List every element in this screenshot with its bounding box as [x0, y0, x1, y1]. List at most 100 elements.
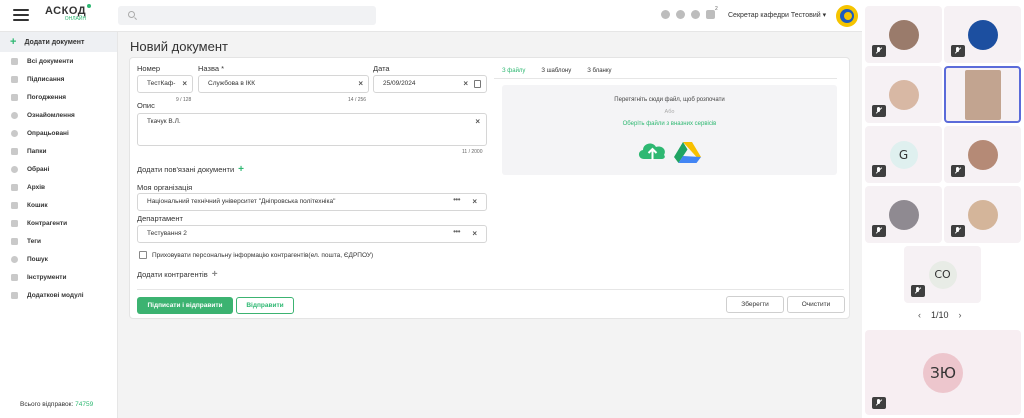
participant-tile[interactable]: СО: [904, 246, 981, 303]
more-icon[interactable]: •••: [453, 227, 460, 236]
search-input[interactable]: [118, 6, 376, 25]
clear-icon[interactable]: ×: [472, 229, 477, 238]
participant-tile-large[interactable]: ЗЮ: [865, 330, 1021, 415]
services-link[interactable]: Оберіть файли з вназних сервісів: [502, 121, 837, 127]
add-document-button[interactable]: + Додати документ: [0, 32, 117, 52]
more-icon[interactable]: •••: [453, 195, 460, 204]
help-icon[interactable]: [691, 10, 700, 19]
chevron-left-icon[interactable]: ‹: [918, 310, 921, 320]
add-document-label: Додати документ: [24, 38, 85, 46]
sidebar-item-tags[interactable]: Теги: [0, 232, 117, 250]
user-menu[interactable]: Секретар кафедри Тестовий ▾: [728, 11, 826, 19]
sidebar-item-tools[interactable]: Інструменти: [0, 268, 117, 286]
bell-icon[interactable]: [706, 10, 715, 19]
cloud-upload-icon[interactable]: [636, 139, 669, 161]
participant-logo: [967, 19, 998, 50]
sidebar-item-search[interactable]: Пошук: [0, 250, 117, 268]
department-field[interactable]: Тестування 2 ••• ×: [137, 225, 487, 243]
sidebar-item-label: Всі документи: [27, 57, 74, 65]
eye-icon: [11, 111, 18, 119]
participant-initials: СО: [928, 260, 957, 289]
department-value: Тестування 2: [147, 230, 187, 237]
name-value: Службова в ІКК: [208, 80, 256, 87]
hide-personal-info-checkbox[interactable]: [139, 251, 147, 259]
participant-tile[interactable]: [865, 6, 942, 63]
sidebar-item-archive[interactable]: Архів: [0, 178, 117, 196]
top-icons: [661, 10, 715, 19]
file-dropzone[interactable]: Перетягніть сюди файл, щоб розпочати Або…: [502, 85, 837, 175]
sign-and-send-button[interactable]: Підписати і відправити: [137, 297, 233, 314]
participant-photo: [888, 199, 919, 230]
plus-icon: +: [238, 164, 244, 175]
sidebar-item-label: Пошук: [27, 255, 48, 263]
mic-off-icon: [951, 165, 965, 177]
participant-tile[interactable]: [865, 66, 942, 123]
sidebar-item-processed[interactable]: Опрацьовані: [0, 124, 117, 142]
mic-off-icon: [872, 45, 886, 57]
sign-icon: [11, 75, 18, 83]
clear-icon[interactable]: ×: [182, 79, 187, 88]
description-textarea[interactable]: Ткачук В.Л. ×: [137, 113, 487, 146]
clear-icon[interactable]: ×: [475, 117, 480, 126]
sidebar-item-favorites[interactable]: Обрані: [0, 160, 117, 178]
top-bar: АСКОД ОНЛАЙН 2 Секретар кафедри Тестовий…: [0, 0, 862, 32]
document-form: Номер ТестКаф- × 9 / 128 Назва * Службов…: [129, 57, 850, 319]
description-value: Ткачук В.Л.: [147, 118, 181, 125]
hide-personal-info-label: Приховувати персональну інформацію контр…: [152, 252, 374, 259]
name-field[interactable]: Службова в ІКК ×: [198, 75, 369, 93]
send-button[interactable]: Відправити: [236, 297, 294, 314]
organization-label: Моя організація: [137, 183, 193, 192]
sidebar-item-approval[interactable]: Погодження: [0, 88, 117, 106]
clear-button[interactable]: Очистити: [787, 296, 845, 313]
sidebar-item-modules[interactable]: Додаткові модулі: [0, 286, 117, 304]
sidebar-item-signing[interactable]: Підписання: [0, 70, 117, 88]
calendar-icon[interactable]: [474, 80, 481, 88]
chevron-right-icon[interactable]: ›: [959, 310, 962, 320]
participant-tile[interactable]: [944, 126, 1021, 183]
search-icon: [11, 255, 18, 263]
clear-icon[interactable]: ×: [472, 197, 477, 206]
add-related-documents[interactable]: Додати пов'язані документи +: [137, 164, 244, 175]
archive-icon: [11, 183, 18, 191]
number-field[interactable]: ТестКаф- ×: [137, 75, 193, 93]
modules-icon: [11, 291, 18, 299]
sidebar: + Додати документ Всі документи Підписан…: [0, 32, 118, 418]
wrench-icon: [11, 273, 18, 281]
participant-tile-active[interactable]: [944, 66, 1021, 123]
number-counter: 9 / 128: [176, 97, 192, 103]
google-drive-icon[interactable]: [674, 141, 701, 163]
mic-off-icon: [951, 225, 965, 237]
sidebar-item-contractors[interactable]: Контрагенти: [0, 214, 117, 232]
sidebar-item-label: Погодження: [27, 93, 67, 101]
number-label: Номер: [137, 64, 161, 73]
participant-tile[interactable]: G: [865, 126, 942, 183]
sidebar-item-all-documents[interactable]: Всі документи: [0, 52, 117, 70]
sidebar-item-label: Контрагенти: [27, 219, 68, 227]
participant-tile[interactable]: [865, 186, 942, 243]
sidebar-item-trash[interactable]: Кошик: [0, 196, 117, 214]
approve-icon: [11, 93, 18, 101]
logo[interactable]: АСКОД ОНЛАЙН: [45, 4, 92, 22]
add-user-icon[interactable]: [676, 10, 685, 19]
folder-icon: [11, 147, 18, 155]
sidebar-item-folders[interactable]: Папки: [0, 142, 117, 160]
sidebar-item-label: Додаткові модулі: [27, 291, 84, 299]
avatar[interactable]: [836, 5, 858, 27]
headset-icon[interactable]: [661, 10, 670, 19]
clear-icon[interactable]: ×: [358, 79, 363, 88]
trash-icon: [11, 201, 18, 209]
video-conference-panel: G СО ЗЮ: [862, 0, 1024, 418]
clear-icon[interactable]: ×: [463, 79, 468, 88]
participant-tile[interactable]: [944, 186, 1021, 243]
mic-off-icon: [951, 45, 965, 57]
participant-tile[interactable]: [944, 6, 1021, 63]
menu-icon[interactable]: [13, 9, 29, 21]
contacts-icon: [11, 219, 18, 227]
save-button[interactable]: Зберегти: [726, 296, 784, 313]
organization-field[interactable]: Національний технічний університет "Дніп…: [137, 193, 487, 211]
add-contractors[interactable]: Додати контрагентів +: [137, 269, 218, 280]
date-field[interactable]: 25/09/2024 ×: [373, 75, 487, 93]
sidebar-item-label: Обрані: [27, 165, 50, 173]
sidebar-item-review[interactable]: Ознайомлення: [0, 106, 117, 124]
tag-icon: [11, 237, 18, 245]
